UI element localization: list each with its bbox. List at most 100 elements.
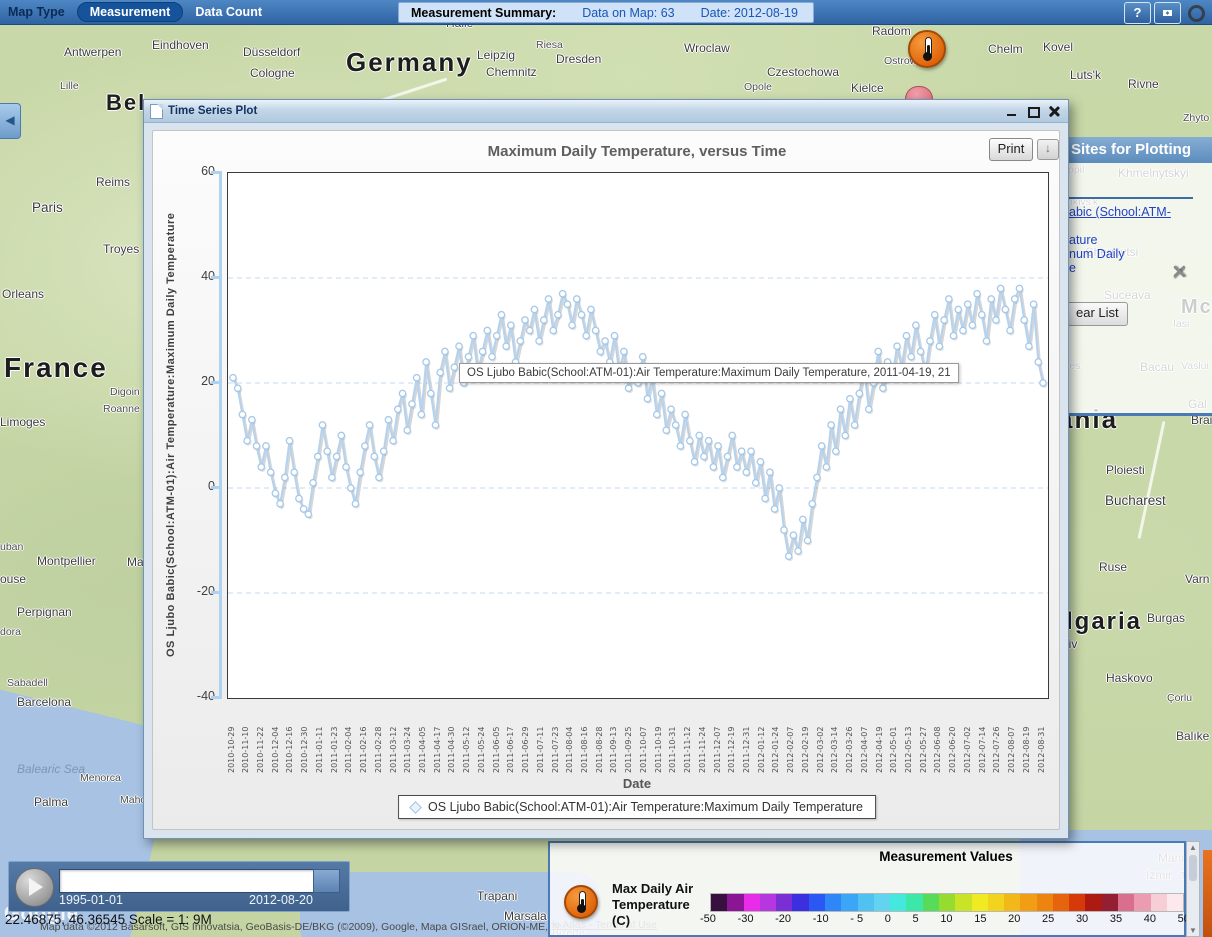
timeline-handle[interactable] (313, 869, 340, 893)
data-point[interactable] (244, 438, 250, 444)
data-point[interactable] (621, 348, 627, 354)
data-point[interactable] (583, 333, 589, 339)
data-point[interactable] (541, 317, 547, 323)
data-point[interactable] (663, 427, 669, 433)
data-point[interactable] (442, 348, 448, 354)
data-point[interactable] (451, 364, 457, 370)
data-point[interactable] (602, 338, 608, 344)
maximize-button[interactable] (1027, 105, 1039, 117)
data-point[interactable] (974, 291, 980, 297)
data-point[interactable] (348, 485, 354, 491)
data-point[interactable] (310, 480, 316, 486)
data-point[interactable] (640, 354, 646, 360)
data-point[interactable] (1030, 301, 1036, 307)
data-point[interactable] (781, 527, 787, 533)
data-point[interactable] (644, 396, 650, 402)
data-point[interactable] (705, 438, 711, 444)
data-point[interactable] (315, 453, 321, 459)
data-point[interactable] (757, 459, 763, 465)
data-point[interactable] (687, 438, 693, 444)
data-point[interactable] (263, 443, 269, 449)
data-point[interactable] (785, 553, 791, 559)
data-point[interactable] (267, 469, 273, 475)
data-point[interactable] (941, 317, 947, 323)
measure-link[interactable]: e (1069, 261, 1076, 275)
close-button[interactable] (1048, 105, 1060, 117)
data-point[interactable] (979, 312, 985, 318)
data-point[interactable] (969, 322, 975, 328)
data-point[interactable] (677, 443, 683, 449)
data-point[interactable] (418, 411, 424, 417)
data-point[interactable] (385, 417, 391, 423)
data-point[interactable] (847, 396, 853, 402)
chart-legend[interactable]: OS Ljubo Babic(School:ATM-01):Air Temper… (398, 795, 876, 819)
map-marker-thermometer[interactable] (908, 30, 946, 68)
data-point[interactable] (818, 443, 824, 449)
data-point[interactable] (484, 327, 490, 333)
data-point[interactable] (795, 548, 801, 554)
data-point[interactable] (875, 348, 881, 354)
data-point[interactable] (734, 464, 740, 470)
data-point[interactable] (955, 306, 961, 312)
data-point[interactable] (809, 501, 815, 507)
data-point[interactable] (390, 438, 396, 444)
data-point[interactable] (936, 343, 942, 349)
data-point[interactable] (508, 322, 514, 328)
data-point[interactable] (338, 432, 344, 438)
data-point[interactable] (465, 354, 471, 360)
data-point[interactable] (376, 474, 382, 480)
data-point[interactable] (715, 443, 721, 449)
data-point[interactable] (983, 338, 989, 344)
data-point[interactable] (282, 474, 288, 480)
data-point[interactable] (498, 312, 504, 318)
data-point[interactable] (988, 296, 994, 302)
data-point[interactable] (291, 469, 297, 475)
scrollbar-thumb[interactable] (1189, 855, 1197, 881)
window-title-bar[interactable]: Time Series Plot (144, 100, 1068, 123)
play-button[interactable] (15, 868, 54, 907)
data-point[interactable] (771, 506, 777, 512)
data-point[interactable] (964, 301, 970, 307)
data-point[interactable] (446, 385, 452, 391)
data-point[interactable] (404, 427, 410, 433)
data-point[interactable] (494, 333, 500, 339)
data-point[interactable] (564, 301, 570, 307)
data-point[interactable] (908, 354, 914, 360)
data-point[interactable] (437, 369, 443, 375)
data-point[interactable] (776, 485, 782, 491)
data-point[interactable] (1016, 285, 1022, 291)
data-point[interactable] (1007, 327, 1013, 333)
collapse-panel-button[interactable]: ◀ (0, 103, 21, 139)
data-point[interactable] (333, 453, 339, 459)
settings-gear-icon[interactable] (1188, 5, 1205, 22)
minimize-button[interactable] (1006, 105, 1018, 117)
data-point[interactable] (743, 469, 749, 475)
data-point[interactable] (526, 327, 532, 333)
data-point[interactable] (851, 422, 857, 428)
scroll-down-arrow[interactable]: ▼ (1188, 926, 1198, 935)
data-point[interactable] (272, 490, 278, 496)
data-point[interactable] (837, 406, 843, 412)
data-point[interactable] (300, 506, 306, 512)
data-point[interactable] (588, 306, 594, 312)
data-point[interactable] (927, 338, 933, 344)
data-point[interactable] (423, 359, 429, 365)
data-point[interactable] (691, 459, 697, 465)
data-point[interactable] (428, 390, 434, 396)
data-point[interactable] (305, 511, 311, 517)
scroll-up-arrow[interactable]: ▲ (1188, 843, 1198, 852)
data-point[interactable] (997, 285, 1003, 291)
data-point[interactable] (559, 291, 565, 297)
data-point[interactable] (277, 501, 283, 507)
data-point[interactable] (371, 453, 377, 459)
data-point[interactable] (235, 385, 241, 391)
data-point[interactable] (413, 375, 419, 381)
data-point[interactable] (1035, 359, 1041, 365)
data-point[interactable] (720, 474, 726, 480)
data-point[interactable] (668, 406, 674, 412)
data-point[interactable] (931, 312, 937, 318)
data-point[interactable] (253, 443, 259, 449)
data-point[interactable] (672, 422, 678, 428)
data-point[interactable] (503, 343, 509, 349)
data-point[interactable] (343, 464, 349, 470)
